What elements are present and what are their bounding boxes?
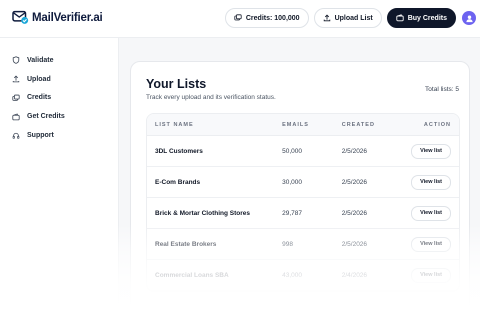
shield-icon [12,56,20,65]
table-row: Brick & Mortar Clothing Stores 29,787 2/… [147,198,459,229]
upload-list-button[interactable]: Upload List [313,8,382,28]
view-list-button[interactable]: View list [411,174,451,190]
sidebar-nav: Validate Upload Credits Get Credits Supp… [0,38,118,145]
upload-icon [12,75,20,83]
buy-credits-button[interactable]: Buy Credits [386,8,456,28]
created-date: 2/5/2026 [341,209,368,217]
sidebar-item-label: Upload [27,75,51,83]
credits-balance-label: Credits: 100,000 [245,14,300,22]
wallet-icon [396,14,404,22]
view-list-button[interactable]: View list [411,143,451,159]
list-name: Commercial Loans SBA [155,271,229,279]
upload-list-label: Upload List [334,14,373,22]
email-count: 50,000 [282,147,303,155]
page-title: Your Lists [146,77,207,91]
brand-name: MailVerifier.ai [32,11,103,24]
view-list-button[interactable]: View list [411,205,451,221]
email-count: 29,787 [282,209,303,217]
list-name: 3DL Customers [155,147,203,155]
column-header-created: CREATED [341,121,375,128]
created-date: 2/5/2026 [341,147,368,155]
sidebar-item-upload[interactable]: Upload [0,70,118,89]
user-avatar[interactable] [462,11,476,25]
sidebar-item-get-credits[interactable]: Get Credits [0,107,118,126]
table-row: Commercial Loans SBA 43,000 2/4/2026 Vie… [147,260,459,291]
created-date: 2/5/2026 [341,178,368,186]
view-list-button[interactable]: View list [411,236,451,252]
created-date: 2/5/2026 [341,240,368,248]
sidebar: Validate Upload Credits Get Credits Supp… [0,38,119,309]
sidebar-item-label: Get Credits [27,113,65,121]
column-header-list-name: LIST NAME [155,121,194,128]
list-name: E-Com Brands [155,178,201,186]
view-list-button[interactable]: View list [411,267,451,283]
user-icon [465,15,473,22]
email-count: 43,000 [282,271,303,279]
lists-card: Your Lists Track every upload and its ve… [130,61,470,309]
sidebar-item-validate[interactable]: Validate [0,51,118,70]
table-row: E-Com Brands 30,000 2/5/2026 View list [147,167,459,198]
column-header-action: ACTION [423,121,451,128]
brand-logo[interactable]: MailVerifier.ai [12,10,103,25]
upload-icon [323,14,330,22]
total-lists-count: Total lists: 5 [425,86,459,93]
credits-balance-button[interactable]: Credits: 100,000 [224,8,309,28]
credits-icon [234,14,242,21]
table-row: Real Estate Brokers 998 2/5/2026 View li… [147,229,459,260]
headset-icon [12,132,20,139]
table-header: LIST NAME EMAILS CREATED ACTION [147,114,459,136]
table-row: 3DL Customers 50,000 2/5/2026 View list [147,136,459,167]
lists-table: LIST NAME EMAILS CREATED ACTION 3DL Cust… [146,113,460,292]
wallet-icon [12,113,20,121]
credits-icon [12,94,20,101]
envelope-check-icon [12,10,29,24]
page-subtitle: Track every upload and its verification … [146,94,276,101]
buy-credits-label: Buy Credits [407,14,447,22]
sidebar-item-label: Credits [27,94,52,102]
sidebar-item-label: Validate [27,56,54,64]
sidebar-item-credits[interactable]: Credits [0,89,118,108]
sidebar-item-label: Support [27,132,54,140]
top-bar: MailVerifier.ai Credits: 100,000 Upload … [0,0,480,38]
sidebar-item-support[interactable]: Support [0,126,118,145]
list-name: Brick & Mortar Clothing Stores [155,209,250,217]
column-header-emails: EMAILS [282,121,309,128]
created-date: 2/4/2026 [341,271,368,279]
list-name: Real Estate Brokers [155,240,217,248]
email-count: 998 [282,240,293,248]
email-count: 30,000 [282,178,303,186]
